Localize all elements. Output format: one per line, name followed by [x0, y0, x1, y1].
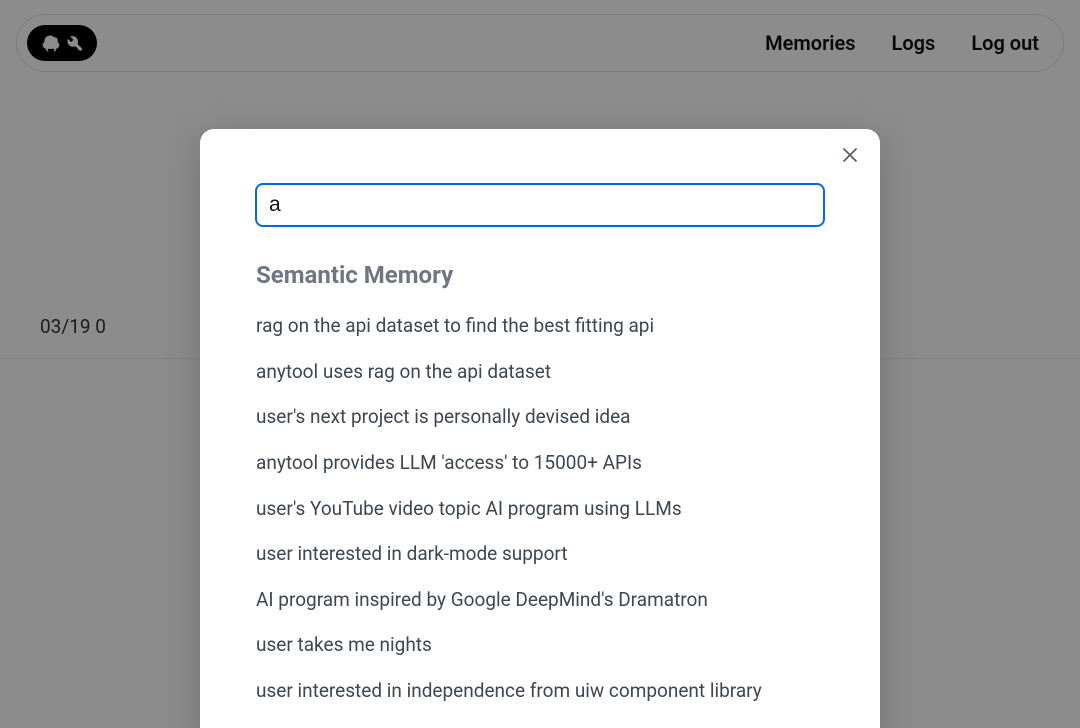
search-result-item[interactable]: AI program inspired by Google DeepMind's…	[256, 577, 846, 623]
search-results: rag on the api dataset to find the best …	[234, 303, 846, 728]
search-result-item[interactable]: user interested in dark-mode support	[256, 531, 846, 577]
search-result-item[interactable]: anytool provides LLM 'access' to 15000+ …	[256, 440, 846, 486]
search-result-item[interactable]: user's YouTube video topic AI program us…	[256, 486, 846, 532]
search-result-item[interactable]: user's next project is personally devise…	[256, 394, 846, 440]
search-result-item[interactable]: user interested in textarea encapsulatio…	[256, 714, 846, 728]
search-result-item[interactable]: rag on the api dataset to find the best …	[256, 303, 846, 349]
close-icon	[842, 147, 858, 163]
close-button[interactable]	[834, 139, 866, 171]
search-result-item[interactable]: anytool uses rag on the api dataset	[256, 349, 846, 395]
search-result-item[interactable]: user interested in independence from uiw…	[256, 668, 846, 714]
section-heading-semantic-memory: Semantic Memory	[234, 261, 846, 289]
memory-search-input[interactable]	[255, 183, 825, 227]
search-result-item[interactable]: user takes me nights	[256, 622, 846, 668]
search-modal: Semantic Memory rag on the api dataset t…	[200, 129, 880, 728]
